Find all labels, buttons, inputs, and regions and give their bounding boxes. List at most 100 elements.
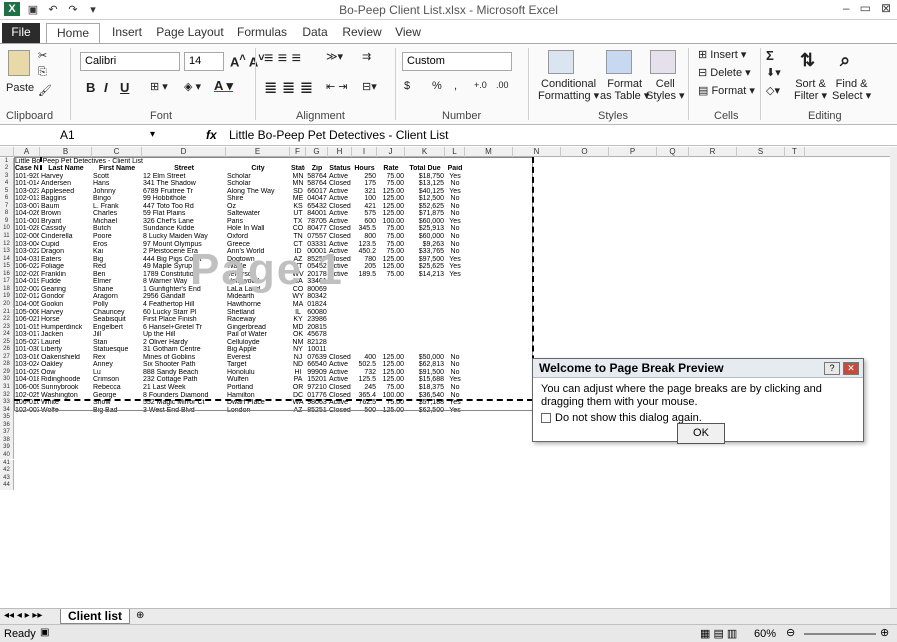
cell[interactable]: Johnny xyxy=(93,188,141,196)
cell[interactable]: 125.00 xyxy=(378,195,404,203)
column-header-e[interactable]: E xyxy=(226,147,290,157)
cell[interactable]: PA xyxy=(291,376,305,384)
cell[interactable]: 15201 xyxy=(307,376,327,384)
cell[interactable]: 102-006 xyxy=(15,233,39,241)
font-size-box[interactable]: 14 xyxy=(184,52,224,71)
cell[interactable]: 888 Sandy Beach xyxy=(143,369,225,377)
cell[interactable]: 8 Lucky Maiden Way xyxy=(143,233,225,241)
tab-formulas[interactable]: Formulas xyxy=(232,23,292,43)
cell[interactable]: 103-016 xyxy=(15,354,39,362)
cell[interactable]: 4 Feathertop Hill xyxy=(143,301,225,309)
cell[interactable]: Gearing xyxy=(41,286,91,294)
cell[interactable]: Bingo xyxy=(93,195,141,203)
column-header-q[interactable]: Q xyxy=(657,147,689,157)
cell[interactable]: 245 xyxy=(353,384,376,392)
row-header[interactable]: 41 xyxy=(0,459,14,468)
cell[interactable]: HI xyxy=(291,369,305,377)
sheet-tab-client-list[interactable]: Client list xyxy=(60,609,130,624)
currency-button[interactable]: $ xyxy=(404,80,410,92)
cell[interactable]: 125.00 xyxy=(378,369,404,377)
column-header-i[interactable]: I xyxy=(352,147,377,157)
cell[interactable]: 780 xyxy=(353,256,376,264)
cell[interactable]: 800 xyxy=(353,233,376,241)
cell[interactable]: KY xyxy=(291,316,305,324)
cell[interactable]: 78705 xyxy=(307,218,327,226)
row-header[interactable]: 24 xyxy=(0,331,14,339)
borders-icon[interactable]: ⊞ ▾ xyxy=(150,80,168,93)
cell[interactable]: 101-029 xyxy=(15,369,39,377)
cell[interactable]: Paid xyxy=(446,165,464,173)
checkbox-box[interactable] xyxy=(541,413,551,423)
row-header[interactable]: 18 xyxy=(0,285,14,294)
wrap-text-icon[interactable]: ⇉ xyxy=(362,50,371,63)
cell[interactable]: ME xyxy=(291,195,305,203)
row-header[interactable]: 19 xyxy=(0,293,14,301)
cell[interactable]: L. Frank xyxy=(93,203,141,211)
cell[interactable]: Closed xyxy=(329,180,351,188)
cell[interactable]: 07639 xyxy=(307,354,327,362)
cell[interactable]: Laurel xyxy=(41,339,91,347)
cell[interactable]: First Place Finish xyxy=(143,316,225,324)
cell[interactable]: Status xyxy=(329,165,351,173)
cell[interactable]: Closed xyxy=(329,233,351,241)
cell[interactable]: $14,213 xyxy=(406,271,444,279)
column-header-r[interactable]: R xyxy=(689,147,737,157)
autosum-button[interactable]: Σ xyxy=(766,48,774,63)
page-break-line[interactable] xyxy=(40,157,42,170)
cell[interactable]: Pail of Water xyxy=(227,331,289,339)
cell[interactable]: Case No xyxy=(15,165,39,173)
fill-color-icon[interactable]: ◈ ▾ xyxy=(184,80,201,93)
number-format-box[interactable]: Custom xyxy=(402,52,512,71)
row-header[interactable]: 35 xyxy=(0,414,14,422)
tab-page-layout[interactable]: Page Layout xyxy=(152,23,228,43)
cell[interactable]: $36,540 xyxy=(406,392,444,400)
cell[interactable]: Yes xyxy=(446,218,464,226)
cell[interactable]: Scholar xyxy=(227,180,289,188)
column-header-c[interactable]: C xyxy=(92,147,142,157)
row-header[interactable]: 7 xyxy=(0,202,14,211)
cell[interactable]: Yes xyxy=(446,263,464,271)
fill-icon[interactable]: ⬇▾ xyxy=(766,66,781,79)
tab-insert[interactable]: Insert xyxy=(106,23,148,43)
cell[interactable]: 60080 xyxy=(307,309,327,317)
cell[interactable]: Seabisquit xyxy=(93,316,141,324)
row-header[interactable]: 39 xyxy=(0,444,14,452)
row-header[interactable]: 25 xyxy=(0,338,14,347)
cell[interactable]: Last Name xyxy=(41,165,91,173)
cell[interactable]: 01776 xyxy=(307,392,327,400)
cell[interactable]: Jill xyxy=(93,331,141,339)
cell[interactable]: 104-005 xyxy=(15,301,39,309)
cell[interactable]: 125.00 xyxy=(378,203,404,211)
cell[interactable]: 106-009 xyxy=(15,384,39,392)
cell[interactable]: London xyxy=(227,407,289,415)
cell[interactable]: Shane xyxy=(93,286,141,294)
copy-icon[interactable]: ⎘ xyxy=(38,66,47,79)
cell[interactable]: 502.5 xyxy=(353,361,376,369)
cell[interactable]: $91,500 xyxy=(406,369,444,377)
cell[interactable]: 101-920 xyxy=(15,173,39,181)
cell[interactable]: Raceway xyxy=(227,316,289,324)
cell[interactable]: Polly xyxy=(93,301,141,309)
cell[interactable]: $71,875 xyxy=(406,210,444,218)
cell[interactable]: 123.5 xyxy=(353,241,376,249)
cell[interactable]: Six Shooter Path xyxy=(143,361,225,369)
cell[interactable]: No xyxy=(446,203,464,211)
cell[interactable]: No xyxy=(446,225,464,233)
row-header[interactable]: 44 xyxy=(0,482,14,490)
cell[interactable]: Yes xyxy=(446,256,464,264)
maximize-button[interactable]: ▭ xyxy=(860,1,871,15)
cell[interactable]: Active xyxy=(329,369,351,377)
cell[interactable]: 75.00 xyxy=(378,241,404,249)
select-all-corner[interactable] xyxy=(0,147,14,157)
row-header[interactable]: 20 xyxy=(0,300,14,309)
zoom-slider[interactable] xyxy=(804,633,876,635)
cell[interactable]: Gondor xyxy=(41,293,91,301)
cell[interactable]: 58764 xyxy=(307,180,327,188)
cell[interactable]: 104-026 xyxy=(15,210,39,218)
cell[interactable]: 500 xyxy=(353,407,376,415)
cell[interactable]: Closed xyxy=(329,407,351,415)
row-header[interactable]: 31 xyxy=(0,384,14,392)
cell[interactable]: 101-015 xyxy=(15,324,39,332)
minimize-button[interactable]: – xyxy=(843,1,850,15)
cell[interactable]: 102-002 xyxy=(15,286,39,294)
